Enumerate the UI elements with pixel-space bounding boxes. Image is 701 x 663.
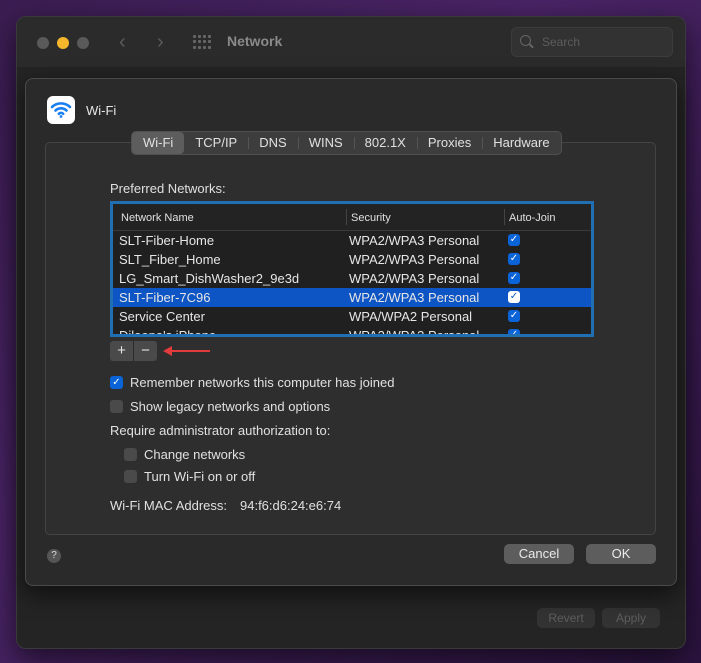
close-button[interactable] (37, 37, 49, 49)
ok-button[interactable]: OK (586, 544, 656, 564)
sheet-title: Wi-Fi (86, 103, 117, 118)
help-button[interactable]: ? (47, 549, 61, 563)
network-name: SLT-Fiber-Home (119, 233, 215, 248)
network-name: Dileepa's iPhone (119, 328, 217, 337)
tab-tcpip[interactable]: TCP/IP (184, 132, 248, 154)
network-name: SLT-Fiber-7C96 (119, 290, 211, 305)
column-header-network-name[interactable]: Network Name (121, 212, 194, 224)
turn-wifi-label: Turn Wi-Fi on or off (144, 469, 256, 484)
network-name: LG_Smart_DishWasher2_9e3d (119, 271, 300, 286)
turn-wifi-checkbox[interactable] (124, 470, 137, 483)
titlebar: ‹ › Network Search (17, 17, 685, 67)
change-networks-checkbox[interactable] (124, 448, 137, 461)
search-field[interactable]: Search (511, 27, 673, 57)
table-row[interactable]: LG_Smart_DishWasher2_9e3d WPA2/WPA3 Pers… (113, 269, 591, 288)
mac-address-label: Wi-Fi MAC Address: (110, 498, 228, 513)
auto-join-checkbox[interactable]: ✓ (508, 329, 520, 334)
auto-join-checkbox[interactable]: ✓ (508, 272, 520, 284)
network-security: WPA2/WPA3 Personal (349, 233, 480, 248)
tab-8021x[interactable]: 802.1X (353, 132, 417, 154)
show-legacy-label: Show legacy networks and options (130, 399, 331, 414)
tab-dns[interactable]: DNS (248, 132, 297, 154)
column-separator (346, 209, 347, 225)
preferred-networks-table[interactable]: Network Name Security Auto-Join SLT-Fibe… (110, 201, 594, 337)
settings-panel: Preferred Networks: Network Name Securit… (45, 142, 656, 535)
remove-network-button[interactable]: − (134, 341, 157, 361)
tab-wifi[interactable]: Wi-Fi (132, 132, 185, 154)
remember-networks-checkbox[interactable]: ✓ (110, 376, 123, 389)
add-remove-control: + − (110, 341, 158, 361)
show-legacy-checkbox[interactable] (110, 400, 123, 413)
network-security: WPA2/WPA3 Personal (349, 290, 480, 305)
wifi-advanced-sheet: Wi-Fi Preferred Networks: Network Name S… (25, 78, 677, 586)
annotation-arrow-icon (163, 346, 210, 356)
column-header-auto-join[interactable]: Auto-Join (509, 212, 555, 224)
auto-join-checkbox[interactable]: ✓ (508, 253, 520, 265)
table-row[interactable]: SLT-Fiber-Home WPA2/WPA3 Personal ✓ (113, 231, 591, 250)
tab-proxies[interactable]: Proxies (416, 132, 482, 154)
change-networks-label: Change networks (144, 447, 246, 462)
table-row[interactable]: Dileepa's iPhone WPA2/WPA3 Personal ✓ (113, 326, 591, 337)
auto-join-checkbox[interactable]: ✓ (508, 234, 520, 246)
table-row[interactable]: Service Center WPA/WPA2 Personal ✓ (113, 307, 591, 326)
tab-bar: Wi-Fi TCP/IP DNS WINS 802.1X Proxies Har… (131, 131, 562, 155)
add-network-button[interactable]: + (110, 341, 134, 361)
preferred-networks-label: Preferred Networks: (110, 181, 226, 196)
require-admin-label: Require administrator authorization to: (110, 423, 331, 438)
show-all-grid-icon[interactable] (193, 35, 211, 49)
window-title: Network (227, 33, 283, 49)
table-row[interactable]: SLT_Fiber_Home WPA2/WPA3 Personal ✓ (113, 250, 591, 269)
column-header-security[interactable]: Security (351, 212, 391, 224)
remember-networks-label: Remember networks this computer has join… (130, 375, 395, 390)
zoom-button[interactable] (77, 37, 89, 49)
network-security: WPA2/WPA3 Personal (349, 252, 480, 267)
table-header: Network Name Security Auto-Join (113, 204, 591, 231)
column-separator (504, 209, 505, 225)
network-name: Service Center (119, 309, 205, 324)
table-row-selected[interactable]: SLT-Fiber-7C96 WPA2/WPA3 Personal ✓ (113, 288, 591, 307)
minimize-button[interactable] (57, 37, 69, 49)
tab-hardware[interactable]: Hardware (482, 132, 560, 154)
forward-arrow-icon[interactable]: › (157, 31, 164, 54)
apply-button[interactable]: Apply (602, 608, 660, 628)
wifi-icon (47, 96, 75, 124)
network-name: SLT_Fiber_Home (119, 252, 221, 267)
auto-join-checkbox[interactable]: ✓ (508, 291, 520, 303)
cancel-button[interactable]: Cancel (504, 544, 574, 564)
search-icon (520, 35, 531, 46)
network-security: WPA2/WPA3 Personal (349, 328, 480, 337)
mac-address-value: 94:f6:d6:24:e6:74 (240, 498, 342, 513)
search-placeholder: Search (542, 35, 581, 49)
network-security: WPA2/WPA3 Personal (349, 271, 480, 286)
tab-wins[interactable]: WINS (297, 132, 354, 154)
network-security: WPA/WPA2 Personal (349, 309, 473, 324)
back-arrow-icon[interactable]: ‹ (119, 31, 126, 54)
auto-join-checkbox[interactable]: ✓ (508, 310, 520, 322)
revert-button[interactable]: Revert (537, 608, 595, 628)
